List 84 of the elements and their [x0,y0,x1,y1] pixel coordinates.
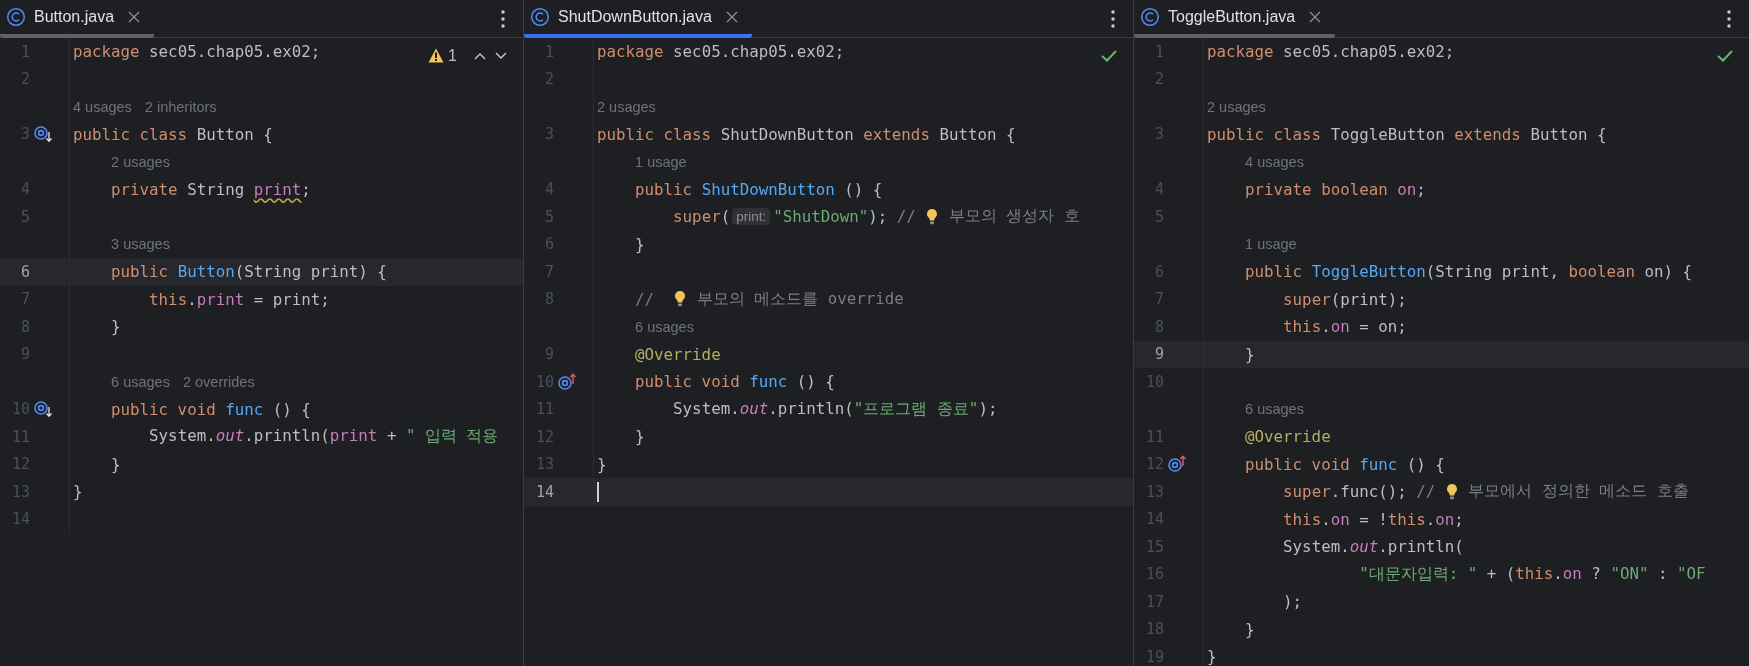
class-icon [1140,7,1160,27]
code-text: } [111,317,121,337]
usage-hint[interactable]: 1 usage [1245,236,1297,253]
usage-hint[interactable]: 2 usages [597,98,656,115]
code-text: @Override [1245,427,1331,447]
usage-hint[interactable]: 2 inheritors [144,98,217,115]
code-text: public ToggleButton(String print, boolean on) { [1245,262,1693,282]
overridden-method-icon[interactable] [34,125,54,144]
code-text: public void func () { [1245,454,1445,474]
usage-hint[interactable]: 6 usages [111,373,170,390]
code-text: private boolean on; [1245,179,1426,199]
line-number: 14 [534,482,554,501]
code-text: } [111,454,121,474]
close-icon[interactable] [128,11,141,23]
code-text: @Override [635,344,721,364]
parameter-hint: print: [732,208,771,226]
editor-tab[interactable]: ToggleButton.java [1134,0,1336,38]
usage-hint[interactable]: 2 overrides [182,373,255,390]
check-icon[interactable] [1717,49,1733,62]
code-text: } [73,482,83,502]
usage-hint[interactable]: 4 usages [73,98,132,115]
check-icon[interactable] [1101,49,1117,62]
text-cursor [597,481,599,502]
code-text: "대문자입력: " + (this.on ? "ON" : "OF [1359,563,1706,585]
lightbulb-icon [1445,482,1458,501]
more-options-icon[interactable] [501,9,505,28]
editor-tab[interactable]: ShutDownButton.java [524,0,752,38]
overriding-method-icon[interactable] [558,372,578,391]
code-text: } [635,234,645,254]
chevron-up-icon[interactable] [474,51,486,60]
overriding-method-icon[interactable] [1168,455,1188,474]
code-text: 부모에서 정의한 메소드 호출 [1467,481,1689,503]
code-text: package sec05.chap05.ex02; [1207,42,1455,62]
code-text: public class ShutDownButton extends Button { [597,124,1016,144]
code-text: 부모의 생성자 호 [947,206,1080,228]
usage-hint[interactable]: 2 usages [1207,98,1266,115]
lightbulb-icon [926,207,939,226]
class-icon [530,7,550,27]
code-text: } [597,454,607,474]
warning-count[interactable]: 1 [448,46,457,65]
code-text: this.print = print; [149,289,330,309]
code-text: public void func () { [111,399,311,419]
code-text: package sec05.chap05.ex02; [73,42,321,62]
code-text: package sec05.chap05.ex02; [597,42,845,62]
code-text: 부모의 메소드를 override [695,288,904,310]
editor-tab[interactable]: Button.java [0,0,155,38]
code-text: this.on = on; [1283,317,1407,337]
code-text: public void func () { [635,372,835,392]
usage-hint[interactable]: 3 usages [111,236,170,253]
code-text: } [1245,344,1255,364]
code-text: // [635,289,656,309]
code-text: super( [673,207,731,227]
code-text: this.on = !this.on; [1283,509,1464,529]
overridden-method-icon[interactable] [34,400,54,419]
class-icon [6,7,26,27]
usage-hint[interactable]: 6 usages [635,318,694,335]
warning-icon[interactable] [428,48,445,63]
code-text: } [635,427,645,447]
usage-hint[interactable]: 4 usages [1245,153,1304,170]
usage-hint[interactable]: 1 usage [635,153,687,170]
code-text: super.func(); // [1283,482,1437,502]
usage-hint[interactable]: 6 usages [1245,401,1304,418]
code-text: private String print; [111,179,311,199]
code-text: public class ToggleButton extends Button { [1207,124,1607,144]
close-icon[interactable] [725,11,738,23]
code-text: System.out.println( [1283,537,1464,557]
code-text: public class Button { [73,124,273,144]
code-text: public Button(String print) { [111,262,387,282]
code-text: } [1207,647,1217,666]
code-text: System.out.println(print + " 입력 적용 [149,426,499,448]
close-icon[interactable] [1309,11,1322,23]
code-text: super(print); [1283,289,1407,309]
code-text: ); [1283,592,1303,612]
code-text: } [1245,619,1255,639]
code-text: System.out.println("프로그램 종료"); [673,398,998,420]
code-text: public ShutDownButton () { [635,179,883,199]
line-number: 6 [19,262,30,281]
more-options-icon[interactable] [1111,9,1115,28]
chevron-down-icon[interactable] [495,51,507,60]
more-options-icon[interactable] [1727,9,1731,28]
code-text: "ShutDown"); // [773,207,917,227]
lightbulb-icon [674,290,687,309]
usage-hint[interactable]: 2 usages [111,153,170,170]
line-number: 9 [1153,345,1164,364]
